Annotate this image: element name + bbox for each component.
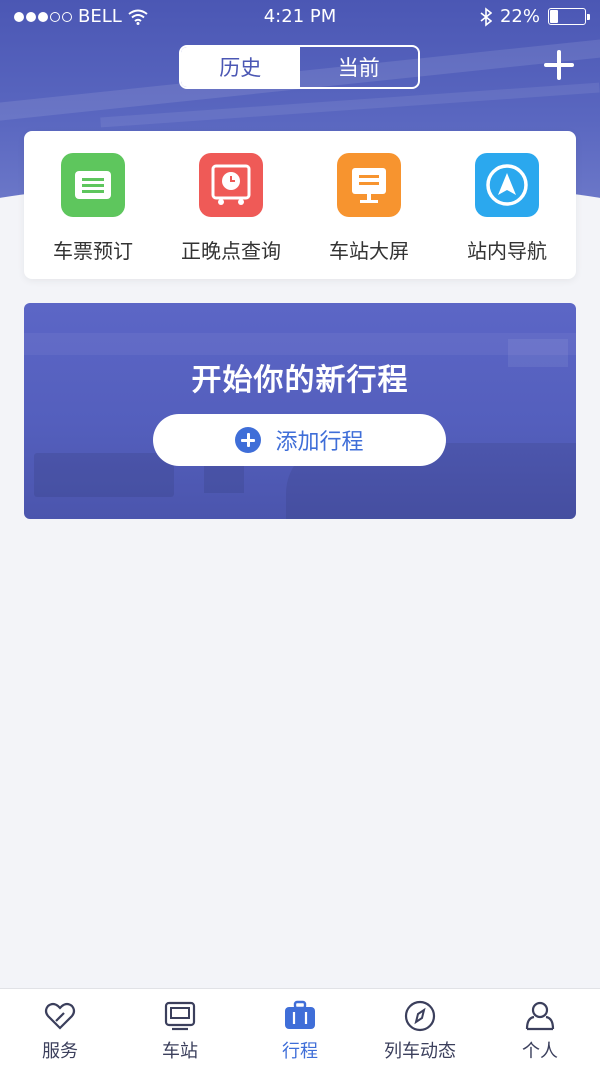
- heart-icon: [44, 1002, 76, 1030]
- ticket-icon: [61, 153, 125, 217]
- tab-current[interactable]: 当前: [300, 47, 419, 87]
- tab-service[interactable]: 服务: [0, 989, 120, 1067]
- delay-query-button[interactable]: 正晚点查询: [162, 131, 300, 279]
- tab-history[interactable]: 历史: [181, 47, 300, 87]
- tab-profile[interactable]: 个人: [480, 989, 600, 1067]
- clock-icon: [199, 153, 263, 217]
- bottom-tab-bar: 服务 车站 行程 列车动态 个人: [0, 988, 600, 1067]
- tab-trip-label: 行程: [282, 1041, 318, 1062]
- tab-station[interactable]: 车站: [120, 989, 240, 1067]
- station-screen-button[interactable]: 车站大屏: [300, 131, 438, 279]
- tab-station-label: 车站: [162, 1041, 198, 1062]
- ticket-booking-button[interactable]: 车票预订: [24, 131, 162, 279]
- ticket-booking-label: 车票预订: [53, 239, 133, 263]
- add-trip-button[interactable]: 添加行程: [153, 414, 446, 466]
- navigation-icon: [475, 153, 539, 217]
- add-circle-icon: [235, 427, 262, 453]
- station-screen-label: 车站大屏: [329, 239, 409, 263]
- station-icon: [164, 1001, 196, 1031]
- new-trip-banner: 开始你的新行程 添加行程: [24, 303, 576, 519]
- tab-trip[interactable]: 行程: [240, 989, 360, 1067]
- screen-icon: [337, 153, 401, 217]
- history-current-switch: 历史 当前: [179, 45, 420, 89]
- tab-profile-label: 个人: [522, 1041, 558, 1062]
- tab-service-label: 服务: [42, 1041, 78, 1062]
- battery-icon: [548, 8, 590, 25]
- add-trip-label: 添加行程: [275, 430, 364, 455]
- station-navigation-button[interactable]: 站内导航: [438, 131, 576, 279]
- tab-train-status[interactable]: 列车动态: [360, 989, 480, 1067]
- compass-icon: [404, 1000, 436, 1032]
- plus-icon[interactable]: [544, 50, 574, 80]
- station-navigation-label: 站内导航: [467, 239, 547, 263]
- person-icon: [525, 1001, 555, 1031]
- tab-train-status-label: 列车动态: [384, 1041, 456, 1062]
- bluetooth-icon: [480, 6, 492, 27]
- delay-query-label: 正晚点查询: [181, 239, 281, 263]
- status-bar: BELL 4:21 PM 22%: [0, 0, 600, 34]
- banner-title: 开始你的新行程: [191, 363, 409, 398]
- briefcase-icon: [285, 1000, 315, 1029]
- quick-actions-card: 车票预订 正晚点查询 车站大屏 站内导航: [24, 131, 576, 279]
- battery-percent: 22%: [499, 6, 540, 27]
